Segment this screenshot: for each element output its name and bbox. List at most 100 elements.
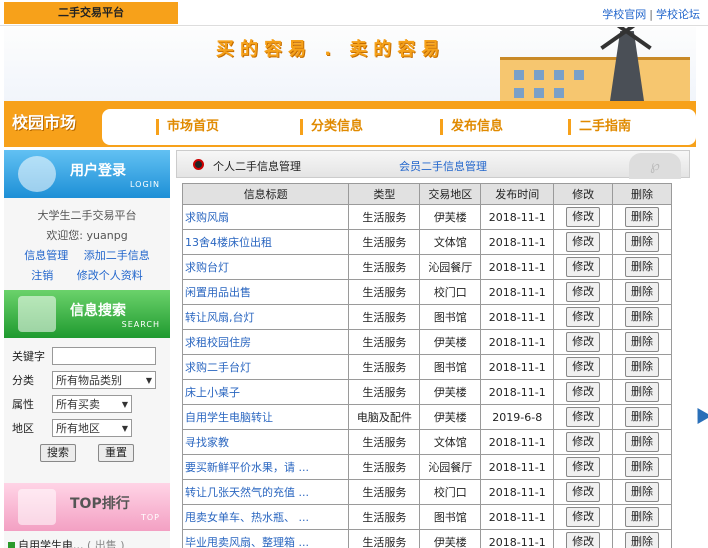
area-select[interactable]: 所有地区 ▼ <box>52 419 132 437</box>
delete-button[interactable]: 删除 <box>625 507 660 527</box>
edit-button[interactable]: 修改 <box>566 232 601 252</box>
sidebar: 用户登录 LOGIN 大学生二手交易平台 欢迎您: yuanpg 信息管理 添加… <box>4 150 170 548</box>
edit-button[interactable]: 修改 <box>566 407 601 427</box>
row-title-link[interactable]: 转让风扇,台灯 <box>181 304 350 330</box>
area-label: 地区 <box>12 422 34 435</box>
row-title-link[interactable]: 13舍4楼床位出租 <box>181 229 350 255</box>
row-type: 生活服务 <box>348 429 421 455</box>
edit-button[interactable]: 修改 <box>566 532 601 548</box>
reset-button[interactable]: 重置 <box>98 444 134 462</box>
row-title-link[interactable]: 闲置用品出售 <box>181 279 350 305</box>
edit-button[interactable]: 修改 <box>566 282 601 302</box>
edit-button[interactable]: 修改 <box>566 307 601 327</box>
col-type: 类型 <box>348 183 421 205</box>
nav-item-publish[interactable]: 发布信息 <box>440 119 503 135</box>
row-title-link[interactable]: 转让几张天然气的充值 ... <box>181 479 350 505</box>
brand-tab[interactable]: 二手交易平台 <box>4 2 178 24</box>
delete-button[interactable]: 删除 <box>625 307 660 327</box>
category-select[interactable]: 所有物品类别 ▼ <box>52 371 156 389</box>
school-forum-link[interactable]: 学校论坛 <box>656 8 700 21</box>
row-title-link[interactable]: 求租校园住房 <box>181 329 350 355</box>
search-panel-subtitle: SEARCH <box>121 320 160 329</box>
bullet-icon <box>8 542 15 548</box>
row-area: 沁园餐厅 <box>419 454 482 480</box>
table-row: 13舍4楼床位出租 生活服务 文体馆 2018-11-1 修改 删除 <box>181 229 672 255</box>
chevron-down-icon: ▼ <box>121 399 128 409</box>
delete-button[interactable]: 删除 <box>625 457 660 477</box>
edit-button[interactable]: 修改 <box>566 457 601 477</box>
edit-button[interactable]: 修改 <box>566 257 601 277</box>
top-links: 学校官网 | 学校论坛 <box>602 8 700 21</box>
cursor-icon <box>690 403 708 425</box>
edit-button[interactable]: 修改 <box>566 507 601 527</box>
row-title-link[interactable]: 床上小桌子 <box>181 379 350 405</box>
user-panel-header: 用户登录 LOGIN <box>4 150 170 198</box>
delete-button[interactable]: 删除 <box>625 207 660 227</box>
edit-button[interactable]: 修改 <box>566 207 601 227</box>
table-row: 毕业甩卖风扇、整理箱 ... 生活服务 伊芙楼 2018-11-1 修改 删除 <box>181 529 672 548</box>
table-row: 闲置用品出售 生活服务 校门口 2018-11-1 修改 删除 <box>181 279 672 305</box>
table-row: 自用学生电脑转让 电脑及配件 伊芙楼 2019-6-8 修改 删除 <box>181 404 672 430</box>
row-area: 伊芙楼 <box>419 529 482 548</box>
edit-profile-link[interactable]: 修改个人资料 <box>77 269 143 282</box>
info-manage-link[interactable]: 信息管理 <box>24 249 68 262</box>
row-title-link[interactable]: 要买新鲜平价水果，请 ... <box>181 454 350 480</box>
col-date: 发布时间 <box>480 183 555 205</box>
delete-button[interactable]: 删除 <box>625 407 660 427</box>
row-title-link[interactable]: 甩卖女单车、热水瓶、 ... <box>181 504 350 530</box>
edit-button[interactable]: 修改 <box>566 357 601 377</box>
keyword-label: 关键字 <box>12 350 45 363</box>
top-bar: 二手交易平台 学校官网 | 学校论坛 <box>0 0 708 26</box>
nav-item-home[interactable]: 市场首页 <box>156 119 219 135</box>
banner-slogan: 买的容易 . 卖的容易 <box>216 39 446 60</box>
search-button[interactable]: 搜索 <box>40 444 76 462</box>
row-area: 伊芙楼 <box>419 329 482 355</box>
add-info-link[interactable]: 添加二手信息 <box>84 249 150 262</box>
row-type: 生活服务 <box>348 504 421 530</box>
nav-menu: 市场首页 分类信息 发布信息 二手指南 <box>102 109 696 145</box>
row-title-link[interactable]: 求购二手台灯 <box>181 354 350 380</box>
attribute-select[interactable]: 所有买卖 ▼ <box>52 395 132 413</box>
row-date: 2018-11-1 <box>480 229 555 255</box>
banner: 买的容易 . 卖的容易 <box>4 27 696 101</box>
row-title-link[interactable]: 自用学生电脑转让 <box>181 404 350 430</box>
row-title-link[interactable]: 寻找家教 <box>181 429 350 455</box>
delete-button[interactable]: 删除 <box>625 357 660 377</box>
delete-button[interactable]: 删除 <box>625 532 660 548</box>
row-title-link[interactable]: 求购台灯 <box>181 254 350 280</box>
nav-item-category[interactable]: 分类信息 <box>300 119 363 135</box>
row-title-link[interactable]: 求购风扇 <box>181 204 350 230</box>
member-info-link[interactable]: 会员二手信息管理 <box>399 158 487 174</box>
edit-button[interactable]: 修改 <box>566 482 601 502</box>
row-type: 生活服务 <box>348 354 421 380</box>
table-row: 床上小桌子 生活服务 伊芙楼 2018-11-1 修改 删除 <box>181 379 672 405</box>
keyword-input[interactable] <box>52 347 156 365</box>
nav-item-guide[interactable]: 二手指南 <box>568 119 631 135</box>
table-row: 寻找家教 生活服务 文体馆 2018-11-1 修改 删除 <box>181 429 672 455</box>
delete-button[interactable]: 删除 <box>625 257 660 277</box>
row-type: 生活服务 <box>348 454 421 480</box>
delete-button[interactable]: 删除 <box>625 382 660 402</box>
main-nav: 校园市场 市场首页 分类信息 发布信息 二手指南 <box>4 101 696 147</box>
delete-button[interactable]: 删除 <box>625 332 660 352</box>
row-area: 校门口 <box>419 279 482 305</box>
row-date: 2018-11-1 <box>480 504 555 530</box>
edit-button[interactable]: 修改 <box>566 432 601 452</box>
category-label: 分类 <box>12 374 34 387</box>
chevron-down-icon: ▼ <box>121 423 128 433</box>
table-row: 求购台灯 生活服务 沁园餐厅 2018-11-1 修改 删除 <box>181 254 672 280</box>
table-header: 信息标题 类型 交易地区 发布时间 修改 删除 <box>181 183 672 205</box>
delete-button[interactable]: 删除 <box>625 432 660 452</box>
edit-button[interactable]: 修改 <box>566 382 601 402</box>
delete-button[interactable]: 删除 <box>625 282 660 302</box>
logout-link[interactable]: 注销 <box>31 269 53 282</box>
row-area: 伊芙楼 <box>419 404 482 430</box>
table-row: 转让风扇,台灯 生活服务 图书馆 2018-11-1 修改 删除 <box>181 304 672 330</box>
delete-button[interactable]: 删除 <box>625 482 660 502</box>
school-site-link[interactable]: 学校官网 <box>602 8 646 21</box>
delete-button[interactable]: 删除 <box>625 232 660 252</box>
edit-button[interactable]: 修改 <box>566 332 601 352</box>
info-table: 信息标题 类型 交易地区 发布时间 修改 删除 求购风扇 生活服务 伊芙楼 2018-… <box>181 183 672 548</box>
row-title-link[interactable]: 毕业甩卖风扇、整理箱 ... <box>181 529 350 548</box>
top-item-title[interactable]: 自用学生电... <box>18 539 84 548</box>
